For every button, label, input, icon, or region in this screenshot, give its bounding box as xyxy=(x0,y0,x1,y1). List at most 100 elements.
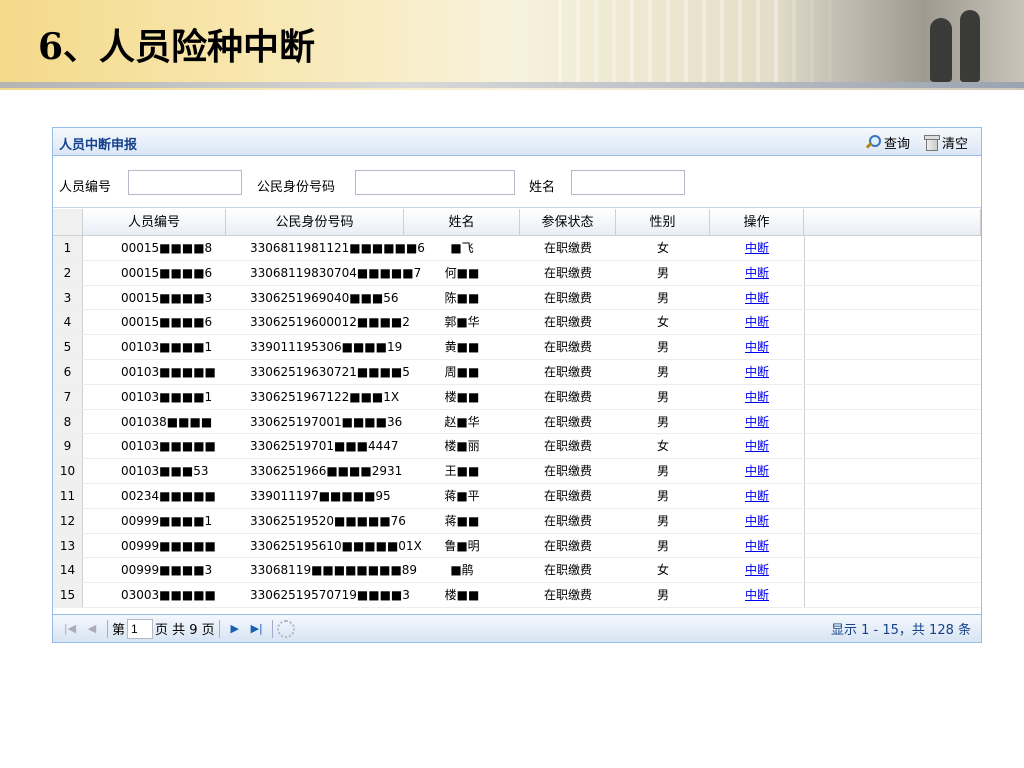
cell-operation: 中断 xyxy=(710,410,804,434)
cell-filler xyxy=(804,583,981,607)
table-row[interactable]: 9 00103■■■■■ 33062519701■■■4447 楼■丽 在职缴费 女 中断 xyxy=(53,434,981,460)
clear-button[interactable]: 清空 xyxy=(923,132,968,152)
cell-id-card: 3306251967122■■■1X xyxy=(250,389,400,404)
slide-banner: 6、人员险种中断 xyxy=(0,0,1024,90)
header-person-id[interactable]: 人员编号 xyxy=(83,209,226,235)
header-id-card[interactable]: 公民身份号码 xyxy=(226,209,404,235)
cell-operation: 中断 xyxy=(710,509,804,533)
cell-person-id: 00999■■■■1 xyxy=(121,513,213,528)
id-card-input[interactable] xyxy=(355,170,515,195)
cell-status: 在职缴费 xyxy=(543,563,592,578)
cell-person-id: 00015■■■■6 xyxy=(121,315,213,330)
table-row[interactable]: 7 00103■■■■1 3306251967122■■■1X 楼■■ 在职缴费 男 中断 xyxy=(53,384,981,410)
header-rownum xyxy=(53,209,83,235)
interrupt-link[interactable]: 中断 xyxy=(745,514,769,528)
pager-separator xyxy=(218,619,220,638)
interrupt-link[interactable]: 中断 xyxy=(745,365,769,379)
table-row[interactable]: 13 00999■■■■■ 330625195610■■■■■01X 鲁■明 在职缴费 男… xyxy=(53,533,981,559)
table-row[interactable]: 12 00999■■■■1 33062519520■■■■■76 蒋■■ 在职缴费 男 中断 xyxy=(53,508,981,534)
table-row[interactable]: 2 00015■■■■6 33068119830704■■■■■7 何■■ 在职缴费 男 中… xyxy=(53,260,981,286)
name-input[interactable] xyxy=(571,170,685,195)
grid-header: 人员编号 公民身份号码 姓名 参保状态 性别 操作 xyxy=(53,209,981,236)
table-row[interactable]: 4 00015■■■■6 33062519600012■■■■2 郭■华 在职缴费 女 中断 xyxy=(53,310,981,336)
table-row[interactable]: 3 00015■■■■3 3306251969040■■■56 陈■■ 在职缴费 男 中断 xyxy=(53,285,981,311)
cell-person-id: 00103■■■53 xyxy=(121,464,209,479)
interrupt-link[interactable]: 中断 xyxy=(745,390,769,404)
table-row[interactable]: 10 00103■■■53 3306251966■■■■2931 王■■ 在职缴费 男 中断 xyxy=(53,459,981,484)
table-row[interactable]: 8 001038■■■■ 330625197001■■■■36 赵■华 在职缴费 男 中断 xyxy=(53,409,981,435)
next-page-icon[interactable]: ▶ xyxy=(224,620,246,638)
row-number: 15 xyxy=(53,583,83,607)
grid-body: 1 00015■■■■8 3306811981121■■■■■■6 ■飞 在职缴费女中断… xyxy=(53,236,981,608)
interrupt-link[interactable]: 中断 xyxy=(745,588,769,602)
table-row[interactable]: 5 00103■■■■1 339011195306■■■■19 黄■■ 在职缴费 男 中断 xyxy=(53,335,981,360)
header-status[interactable]: 参保状态 xyxy=(520,209,616,235)
table-row[interactable]: 6 00103■■■■■ 33062519630721■■■■5 周■■ 在职缴费 男 中断 xyxy=(53,359,981,385)
interrupt-link[interactable]: 中断 xyxy=(745,291,769,305)
table-row[interactable]: 11 00234■■■■■ 339011197■■■■■95 蒋■平 在职缴费 男 中断 xyxy=(53,483,981,509)
cell-operation: 中断 xyxy=(710,286,804,310)
first-page-icon[interactable]: |◀ xyxy=(59,620,81,638)
cell-person-id: 00015■■■■8 xyxy=(121,241,213,255)
interrupt-link[interactable]: 中断 xyxy=(745,489,769,503)
person-id-input[interactable] xyxy=(128,170,242,195)
interrupt-link[interactable]: 中断 xyxy=(745,439,769,453)
interrupt-link[interactable]: 中断 xyxy=(745,415,769,429)
cell-person-id: 001038■■■■ xyxy=(121,414,213,429)
interrupt-link[interactable]: 中断 xyxy=(745,464,769,478)
row-number: 1 xyxy=(53,236,83,260)
cell-name: 周■■ xyxy=(444,364,480,379)
cell-operation: 中断 xyxy=(710,360,804,384)
header-operation[interactable]: 操作 xyxy=(710,209,804,235)
interrupt-link[interactable]: 中断 xyxy=(745,340,769,354)
cell-id-card: 330625197001■■■■36 xyxy=(250,414,403,429)
cell-id-card: 33062519570719■■■■3 xyxy=(250,588,410,603)
cell-id-card: 33062519701■■■4447 xyxy=(250,439,399,454)
refresh-icon[interactable] xyxy=(276,619,295,638)
cell-operation: 中断 xyxy=(710,434,804,458)
cell-person-id: 00234■■■■■ xyxy=(121,488,216,503)
cell-id-card: 33062519630721■■■■5 xyxy=(250,364,410,379)
cell-sex: 女 xyxy=(656,315,669,330)
query-button[interactable]: 查询 xyxy=(865,132,910,152)
cell-status: 在职缴费 xyxy=(543,513,592,528)
table-row[interactable]: 14 00999■■■■3 33068119■■■■■■■■89 ■鹃 在职缴费 女 中断 xyxy=(53,558,981,584)
cell-name: 何■■ xyxy=(444,265,480,280)
cell-sex: 男 xyxy=(656,488,669,503)
row-number: 7 xyxy=(53,384,83,409)
cell-status: 在职缴费 xyxy=(543,364,592,379)
cell-filler xyxy=(804,409,981,434)
last-page-icon[interactable]: ▶| xyxy=(246,620,268,638)
header-sex[interactable]: 性别 xyxy=(616,209,710,235)
trash-icon xyxy=(923,134,940,151)
cell-operation: 中断 xyxy=(710,310,804,334)
cell-operation: 中断 xyxy=(710,385,804,409)
id-card-label: 公民身份号码 xyxy=(257,180,336,195)
interrupt-link[interactable]: 中断 xyxy=(745,315,769,329)
cell-id-card: 33068119■■■■■■■■89 xyxy=(250,563,418,578)
table-row[interactable]: 1 00015■■■■8 3306811981121■■■■■■6 ■飞 在职缴费 女 中断 xyxy=(53,236,981,261)
interrupt-link[interactable]: 中断 xyxy=(745,539,769,553)
cell-person-id: 03003■■■■■ xyxy=(121,588,216,603)
cell-sex: 男 xyxy=(656,464,669,479)
interrupt-link[interactable]: 中断 xyxy=(745,241,769,255)
cell-operation: 中断 xyxy=(710,261,804,285)
header-name[interactable]: 姓名 xyxy=(404,209,520,235)
banner-figure xyxy=(960,10,980,82)
page-number-input[interactable] xyxy=(127,618,154,639)
cell-name: 楼■■ xyxy=(444,588,480,603)
cell-status: 在职缴费 xyxy=(543,241,592,255)
cell-id-card: 330625195610■■■■■01X xyxy=(250,538,422,553)
cell-filler xyxy=(804,310,981,335)
prev-page-icon[interactable]: ◀ xyxy=(81,620,103,638)
cell-sex: 女 xyxy=(656,241,669,255)
table-row[interactable]: 15 03003■■■■■ 33062519570719■■■■3 楼■■ 在职缴费 男 中… xyxy=(53,583,981,608)
pager-separator xyxy=(107,619,108,638)
slide-title: 6、人员险种中断 xyxy=(38,26,316,68)
interrupt-link[interactable]: 中断 xyxy=(745,266,769,280)
cell-id-card: 339011197■■■■■95 xyxy=(250,488,391,503)
interrupt-link[interactable]: 中断 xyxy=(745,563,769,577)
cell-name: 楼■丽 xyxy=(444,439,480,454)
cell-operation: 中断 xyxy=(710,459,804,483)
cell-sex: 男 xyxy=(656,364,669,379)
